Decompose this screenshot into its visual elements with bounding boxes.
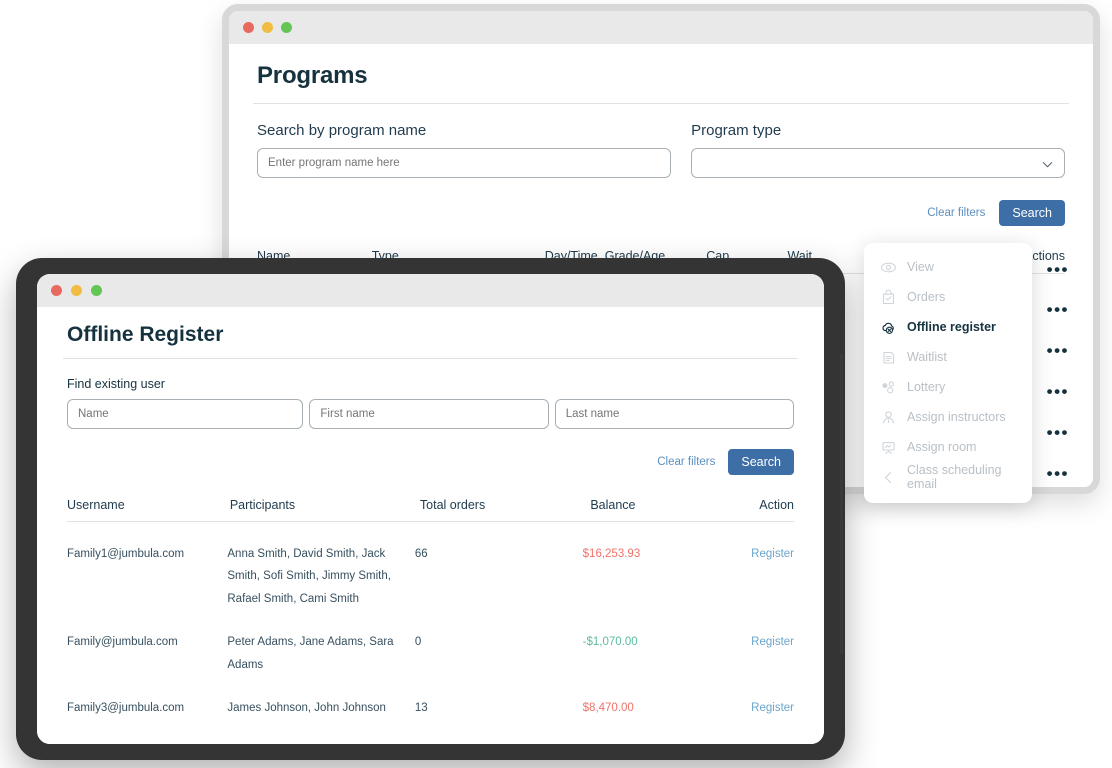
- cell-total-orders: 13: [415, 741, 583, 744]
- cell-participants: Peter Adams, Jane Adams, Sara Adams: [227, 636, 394, 671]
- menu-item-label: Class scheduling email: [907, 463, 1002, 491]
- offline-register-screen: Offline Register Find existing user Clea…: [37, 274, 824, 744]
- table-row[interactable]: Family4@jumbula.com Jennifer Brown, Patr…: [67, 720, 794, 744]
- clear-filters-link[interactable]: Clear filters: [927, 207, 985, 219]
- program-type-filter: Program type: [691, 122, 1065, 178]
- title-divider: [63, 358, 798, 359]
- register-link[interactable]: Register: [741, 697, 794, 719]
- vertical-scrollbar[interactable]: [840, 354, 843, 654]
- menu-item-view[interactable]: View: [864, 252, 1032, 282]
- lottery-balls-icon: [880, 379, 897, 396]
- table-row[interactable]: Family@jumbula.com Peter Adams, Jane Ada…: [67, 610, 794, 676]
- maximize-window-button[interactable]: [91, 285, 102, 296]
- search-input-name[interactable]: [67, 399, 304, 429]
- close-window-button[interactable]: [51, 285, 62, 296]
- title-divider: [253, 103, 1069, 104]
- maximize-window-button[interactable]: [281, 22, 292, 33]
- cell-username: Family1@jumbula.com: [67, 548, 185, 560]
- column-header-balance: Balance: [590, 498, 636, 512]
- program-type-select[interactable]: [691, 148, 1065, 178]
- menu-item-label: Lottery: [907, 380, 946, 394]
- offline-titlebar: [37, 274, 824, 307]
- menu-item-label: View: [907, 260, 934, 274]
- bag-check-icon: [880, 289, 897, 306]
- whiteboard-icon: [880, 439, 897, 456]
- cell-username: Family3@jumbula.com: [67, 702, 185, 715]
- cell-username: Family@jumbula.com: [67, 636, 178, 649]
- page-title: Programs: [257, 62, 368, 89]
- row-actions-menu-button[interactable]: •••: [1047, 261, 1069, 278]
- cloud-offline-icon: [880, 319, 897, 336]
- program-type-label: Program type: [691, 122, 782, 139]
- cell-username: Family4@jumbula.com: [67, 741, 227, 744]
- cell-balance: $16,253.93: [582, 548, 641, 560]
- page-title: Offline Register: [67, 323, 224, 346]
- cell-participants: Jennifer Brown, Patricia Brown: [227, 741, 414, 744]
- menu-item-offline-register[interactable]: Offline register: [864, 312, 1032, 342]
- row-actions-menu-button[interactable]: •••: [1047, 465, 1069, 482]
- person-icon: [880, 409, 897, 426]
- menu-item-assign-room[interactable]: Assign room: [864, 432, 1032, 462]
- menu-item-label: Assign instructors: [907, 410, 1006, 424]
- users-table-header: Username Participants Total orders Balan…: [67, 498, 794, 522]
- menu-item-label: Offline register: [907, 320, 996, 334]
- programs-filters: Search by program name Program type: [253, 122, 1069, 178]
- register-link[interactable]: Register: [741, 741, 794, 744]
- list-document-icon: [880, 349, 897, 366]
- programs-titlebar: [229, 11, 1093, 44]
- chevron-left-icon: [880, 469, 897, 486]
- menu-item-waitlist[interactable]: Waitlist: [864, 342, 1032, 372]
- table-row[interactable]: Family3@jumbula.com James Johnson, John …: [67, 676, 794, 719]
- cell-participants: James Johnson, John Johnson: [227, 702, 386, 715]
- minimize-window-button[interactable]: [262, 22, 273, 33]
- cell-participants: Anna Smith, David Smith, Jack Smith, Sof…: [227, 548, 391, 605]
- programs-filter-actions: Clear filters Search: [253, 200, 1069, 226]
- program-name-filter: Search by program name: [257, 122, 672, 178]
- cell-balance: $5,201.92: [583, 741, 742, 744]
- cell-balance: -$1,070.00: [582, 636, 638, 649]
- menu-item-label: Waitlist: [907, 350, 947, 364]
- row-actions-menu-button[interactable]: •••: [1047, 301, 1069, 318]
- menu-item-class-scheduling-email[interactable]: Class scheduling email: [864, 462, 1032, 492]
- cell-balance: $8,470.00: [582, 702, 634, 715]
- program-name-input[interactable]: [257, 148, 672, 178]
- menu-item-orders[interactable]: Orders: [864, 282, 1032, 312]
- cell-total-orders: 13: [414, 702, 428, 715]
- column-header-participants: Participants: [229, 498, 296, 512]
- cell-total-orders: 66: [414, 548, 428, 560]
- table-row[interactable]: Family1@jumbula.com Anna Smith, David Sm…: [67, 522, 794, 610]
- eye-icon: [880, 259, 897, 276]
- column-header-total-orders: Total orders: [419, 498, 486, 512]
- menu-item-lottery[interactable]: Lottery: [864, 372, 1032, 402]
- register-link[interactable]: Register: [741, 543, 794, 610]
- register-link[interactable]: Register: [741, 631, 794, 676]
- row-actions-menu-button[interactable]: •••: [1047, 424, 1069, 441]
- offline-register-window: Offline Register Find existing user Clea…: [16, 258, 845, 760]
- offline-register-content: Offline Register Find existing user Clea…: [37, 307, 824, 744]
- menu-item-label: Orders: [907, 290, 946, 304]
- offline-filter-actions: Clear filters Search: [63, 449, 798, 475]
- search-button[interactable]: Search: [728, 449, 794, 475]
- users-table: Username Participants Total orders Balan…: [63, 498, 798, 744]
- menu-item-label: Assign room: [907, 440, 977, 454]
- program-name-label: Search by program name: [257, 122, 427, 139]
- column-header-action: Action: [759, 498, 794, 512]
- search-button[interactable]: Search: [999, 200, 1065, 226]
- search-input-last-name[interactable]: [554, 399, 794, 429]
- row-actions-menu-button[interactable]: •••: [1047, 383, 1069, 400]
- row-actions-menu-button[interactable]: •••: [1047, 342, 1069, 359]
- row-actions-context-menu: View Orders Offline register Waitlist Lo…: [864, 243, 1032, 503]
- menu-item-assign-instructors[interactable]: Assign instructors: [864, 402, 1032, 432]
- clear-filters-link[interactable]: Clear filters: [657, 456, 715, 468]
- column-header-username: Username: [67, 498, 125, 512]
- minimize-window-button[interactable]: [71, 285, 82, 296]
- close-window-button[interactable]: [243, 22, 254, 33]
- cell-total-orders: 0: [414, 636, 422, 649]
- chevron-down-icon: [1042, 162, 1053, 168]
- user-search-inputs: [63, 399, 798, 429]
- search-input-first-name[interactable]: [309, 399, 549, 429]
- find-existing-user-label: Find existing user: [67, 377, 165, 391]
